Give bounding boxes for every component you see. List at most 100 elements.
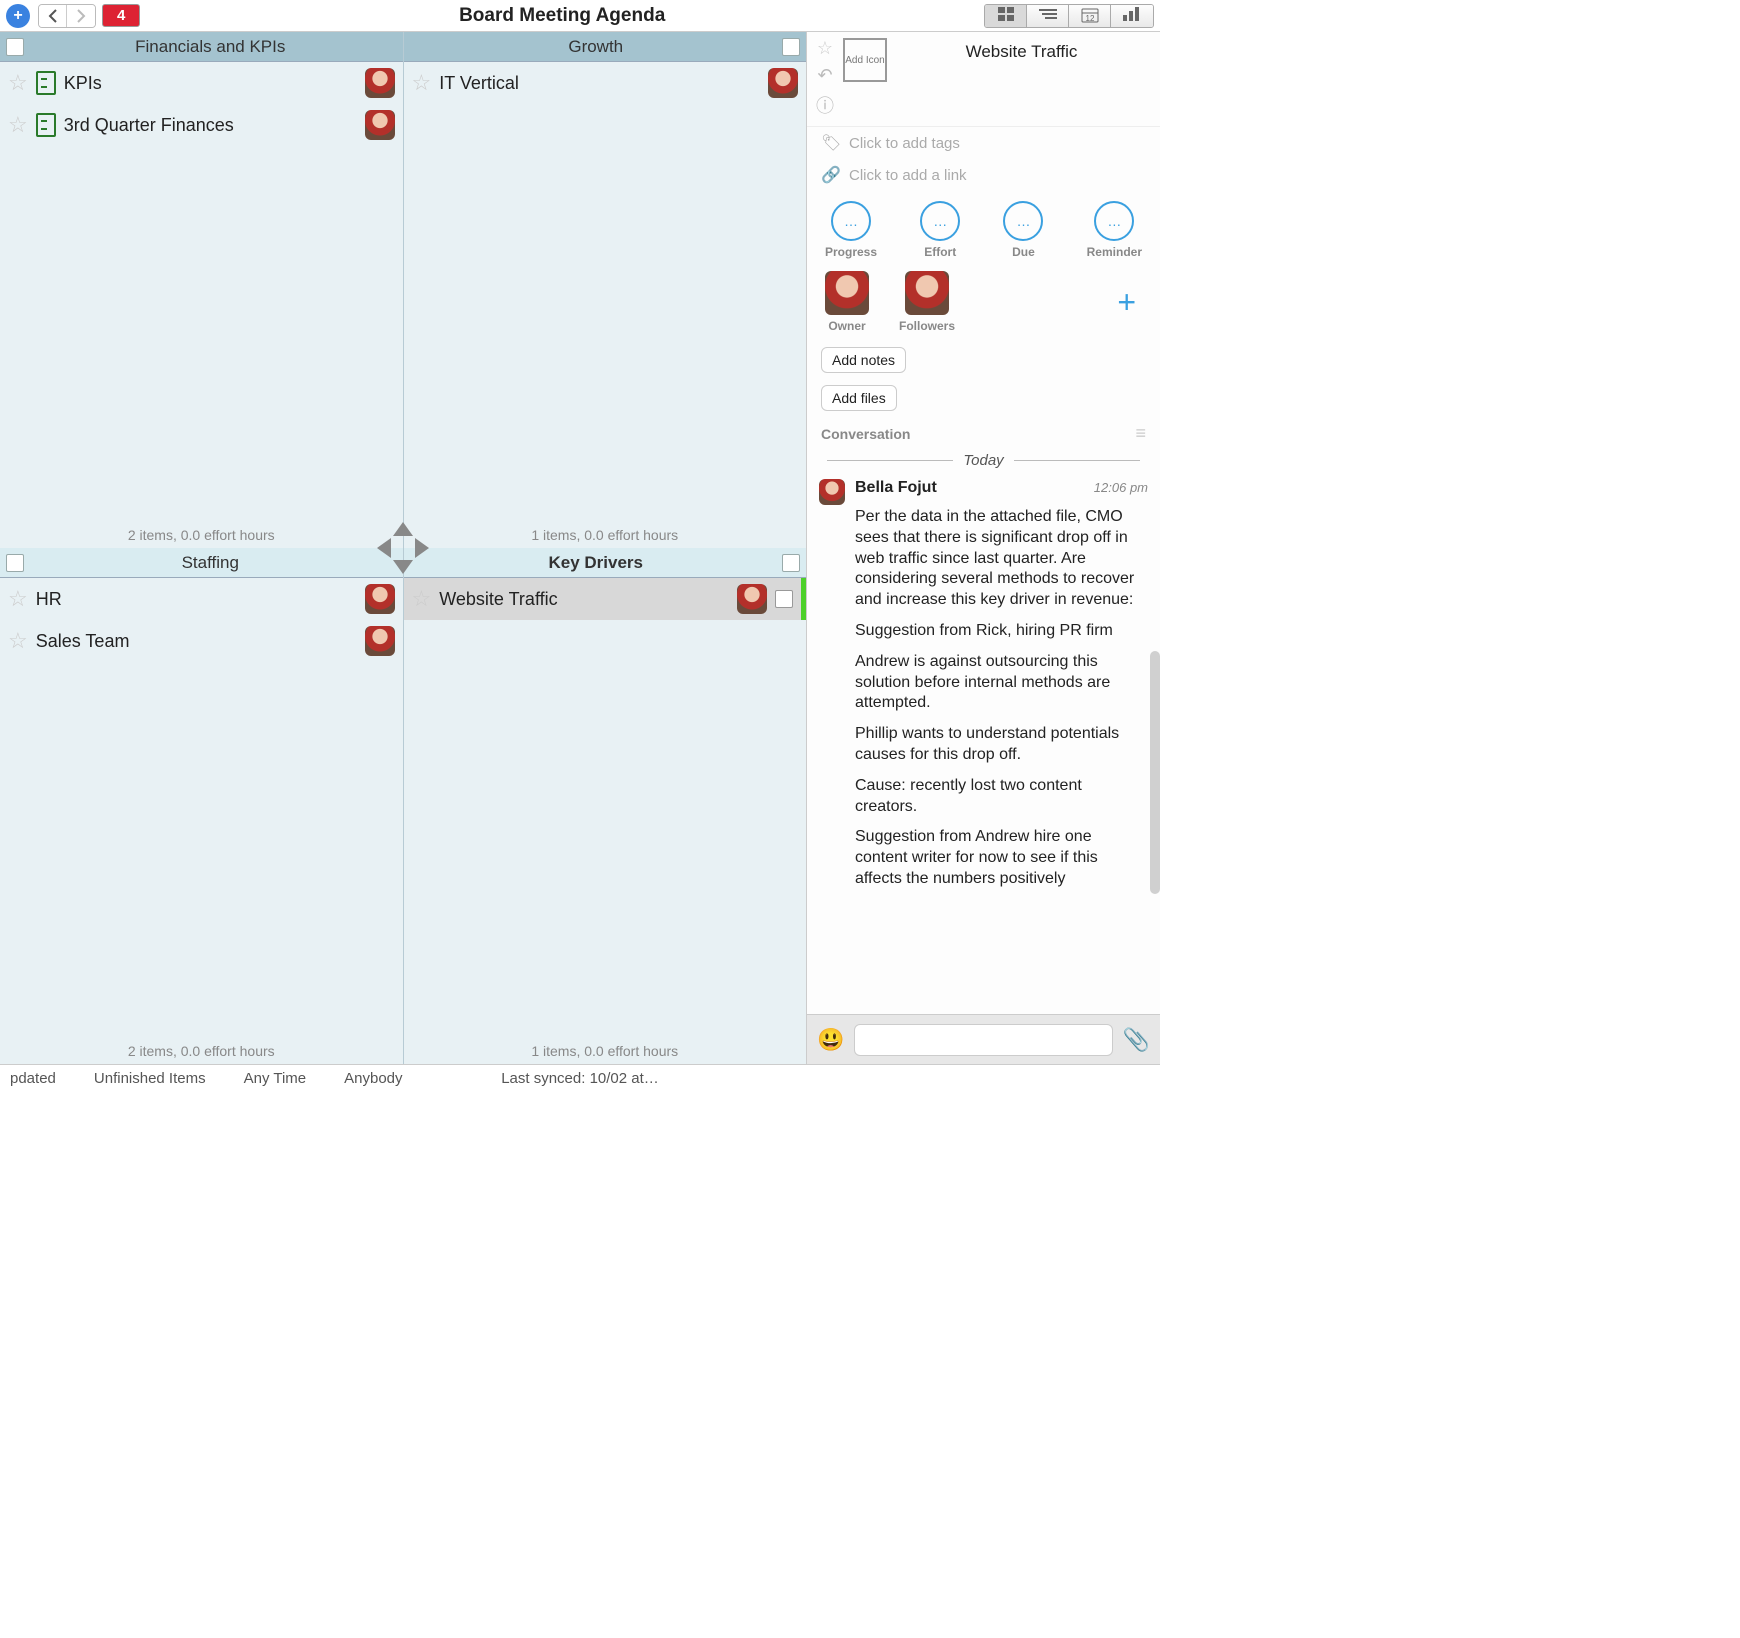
quadrant-header[interactable]: Financials and KPIs xyxy=(0,32,403,62)
effort-button[interactable]: … xyxy=(920,201,960,241)
comment-avatar[interactable] xyxy=(819,479,845,505)
comment-text: Suggestion from Rick, hiring PR firm xyxy=(855,621,1148,642)
quadrant-checkbox[interactable] xyxy=(782,554,800,572)
reminder-label: Reminder xyxy=(1087,245,1142,259)
filter-anytime[interactable]: Any Time xyxy=(244,1070,307,1087)
comment-input[interactable] xyxy=(854,1024,1112,1056)
card-title: KPIs xyxy=(64,73,357,94)
view-grid-button[interactable] xyxy=(985,5,1027,27)
avatar[interactable] xyxy=(365,68,395,98)
star-icon[interactable]: ☆ xyxy=(412,72,432,94)
card[interactable]: ☆ IT Vertical xyxy=(404,62,807,104)
quadrant-title: Growth xyxy=(410,37,783,57)
avatar[interactable] xyxy=(737,584,767,614)
grid-icon xyxy=(998,7,1014,24)
star-icon[interactable]: ☆ xyxy=(8,114,28,136)
card-title: IT Vertical xyxy=(439,73,760,94)
card-checkbox[interactable] xyxy=(775,590,793,608)
quadrant-header[interactable]: Growth xyxy=(404,32,807,62)
quadrant-header[interactable]: Key Drivers xyxy=(404,548,807,578)
owner-label: Owner xyxy=(828,319,865,333)
quadrant-footer: 1 items, 0.0 effort hours xyxy=(404,1040,807,1064)
add-icon-button[interactable]: Add Icon xyxy=(843,38,887,82)
quadrant-header[interactable]: Staffing xyxy=(0,548,403,578)
card-title: HR xyxy=(36,589,357,610)
owner-avatar[interactable] xyxy=(825,271,869,315)
star-icon[interactable]: ☆ xyxy=(412,588,432,610)
due-button[interactable]: … xyxy=(1003,201,1043,241)
followers-label: Followers xyxy=(899,319,955,333)
filter-anybody[interactable]: Anybody xyxy=(344,1070,402,1087)
add-files-button[interactable]: Add files xyxy=(821,385,897,411)
comment-text: Suggestion from Andrew hire one content … xyxy=(855,827,1148,889)
conversation-body[interactable]: Bella Fojut 12:06 pm Per the data in the… xyxy=(807,471,1160,1014)
info-icon[interactable]: ⓘ xyxy=(816,92,834,118)
avatar[interactable] xyxy=(365,584,395,614)
notification-badge[interactable]: 4 xyxy=(102,4,140,27)
inspector-title: Website Traffic xyxy=(893,38,1150,118)
view-switcher: 12 xyxy=(984,4,1154,28)
chevron-left-icon xyxy=(48,9,58,23)
filter-updated[interactable]: pdated xyxy=(10,1070,56,1087)
comment-input-bar: 😃 📎 xyxy=(807,1014,1160,1064)
comment: Bella Fojut 12:06 pm Per the data in the… xyxy=(819,479,1148,890)
card[interactable]: ☆ KPIs xyxy=(0,62,403,104)
comment-text: Phillip wants to understand potentials c… xyxy=(855,724,1148,766)
star-icon[interactable]: ☆ xyxy=(8,630,28,652)
avatar[interactable] xyxy=(365,626,395,656)
status-bar: pdated Unfinished Items Any Time Anybody… xyxy=(0,1064,1160,1092)
add-link-placeholder: Click to add a link xyxy=(849,167,967,184)
scrollbar[interactable] xyxy=(1150,651,1160,894)
emoji-button[interactable]: 😃 xyxy=(817,1027,844,1053)
avatar[interactable] xyxy=(768,68,798,98)
add-person-button[interactable]: + xyxy=(1117,284,1142,321)
card[interactable]: ☆ HR xyxy=(0,578,403,620)
card[interactable]: ☆ 3rd Quarter Finances xyxy=(0,104,403,146)
svg-text:12: 12 xyxy=(1085,14,1094,23)
calendar-icon: 12 xyxy=(1081,7,1099,25)
card[interactable]: ☆ Sales Team xyxy=(0,620,403,662)
avatar[interactable] xyxy=(365,110,395,140)
add-tags-placeholder: Click to add tags xyxy=(849,135,960,152)
star-icon[interactable]: ☆ xyxy=(817,38,833,59)
add-link-row[interactable]: 🔗 Click to add a link xyxy=(807,159,1160,191)
quadrant-checkbox[interactable] xyxy=(782,38,800,56)
card-title: Sales Team xyxy=(36,631,357,652)
quadrant-checkbox[interactable] xyxy=(6,554,24,572)
card-title: Website Traffic xyxy=(439,589,729,610)
view-calendar-button[interactable]: 12 xyxy=(1069,5,1111,27)
progress-label: Progress xyxy=(825,245,877,259)
card-title: 3rd Quarter Finances xyxy=(64,115,357,136)
undo-icon[interactable]: ↶ xyxy=(817,65,832,86)
reminder-button[interactable]: … xyxy=(1094,201,1134,241)
link-icon: 🔗 xyxy=(821,165,839,185)
quadrant-title: Staffing xyxy=(24,553,397,573)
quadrant-footer: 1 items, 0.0 effort hours xyxy=(404,524,807,548)
chevron-right-icon xyxy=(76,9,86,23)
progress-button[interactable]: … xyxy=(831,201,871,241)
nav-back-button[interactable] xyxy=(39,5,67,27)
follower-avatar[interactable] xyxy=(905,271,949,315)
view-chart-button[interactable] xyxy=(1111,5,1153,27)
quadrant-footer: 2 items, 0.0 effort hours xyxy=(0,1040,403,1064)
task-status-icon xyxy=(36,113,56,137)
add-tags-row[interactable]: 🏷 Click to add tags xyxy=(807,127,1160,159)
today-separator: Today xyxy=(963,452,1003,469)
quadrant-checkbox[interactable] xyxy=(6,38,24,56)
star-icon[interactable]: ☆ xyxy=(8,588,28,610)
comment-text: Andrew is against outsourcing this solut… xyxy=(855,652,1148,714)
view-list-button[interactable] xyxy=(1027,5,1069,27)
quadrant-footer: 2 items, 0.0 effort hours xyxy=(0,524,403,548)
card-selected[interactable]: ☆ Website Traffic xyxy=(404,578,807,620)
attachment-button[interactable]: 📎 xyxy=(1123,1027,1150,1053)
top-toolbar: + 4 Board Meeting Agenda xyxy=(0,0,1160,32)
nav-forward-button[interactable] xyxy=(67,5,95,27)
add-notes-button[interactable]: Add notes xyxy=(821,347,906,373)
task-status-icon xyxy=(36,71,56,95)
comment-text: Cause: recently lost two content creator… xyxy=(855,776,1148,818)
star-icon[interactable]: ☆ xyxy=(8,72,28,94)
conversation-menu-icon[interactable]: ≡ xyxy=(1135,423,1146,444)
add-button[interactable]: + xyxy=(6,4,30,28)
filter-unfinished[interactable]: Unfinished Items xyxy=(94,1070,206,1087)
tag-icon: 🏷 xyxy=(821,133,839,153)
